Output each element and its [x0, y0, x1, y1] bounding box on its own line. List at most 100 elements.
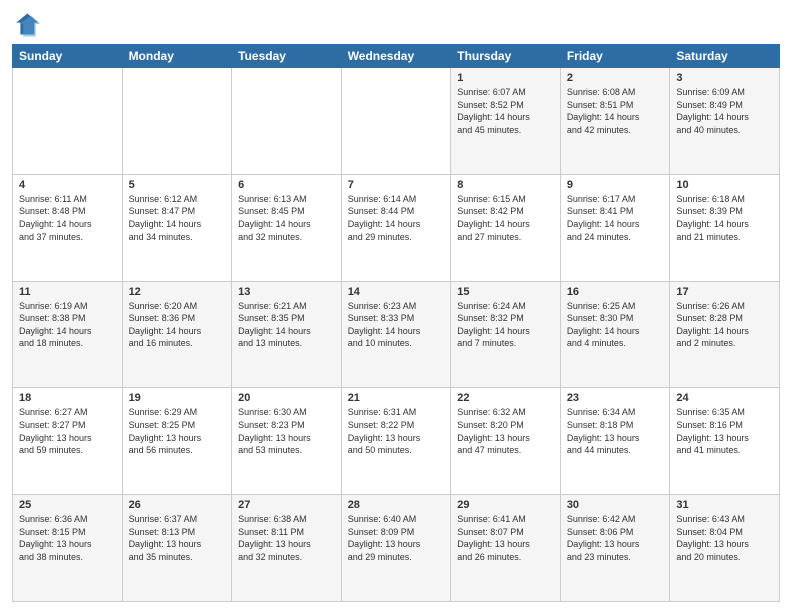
calendar-cell: 2 Sunrise: 6:08 AM Sunset: 8:51 PM Daylig…	[560, 68, 670, 175]
day-number: 4	[19, 179, 116, 191]
calendar-cell: 28 Sunrise: 6:40 AM Sunset: 8:09 PM Dayli…	[341, 495, 451, 602]
day-number: 16	[567, 286, 664, 298]
day-number: 6	[238, 179, 335, 191]
day-number: 29	[457, 499, 554, 511]
day-number: 12	[129, 286, 226, 298]
calendar-cell	[13, 68, 123, 175]
day-number: 2	[567, 72, 664, 84]
day-info: Sunrise: 6:14 AM Sunset: 8:44 PM Dayligh…	[348, 193, 445, 243]
calendar-week-2: 4 Sunrise: 6:11 AM Sunset: 8:48 PM Daylig…	[13, 174, 780, 281]
calendar-cell: 4 Sunrise: 6:11 AM Sunset: 8:48 PM Daylig…	[13, 174, 123, 281]
day-info: Sunrise: 6:20 AM Sunset: 8:36 PM Dayligh…	[129, 300, 226, 350]
day-number: 11	[19, 286, 116, 298]
calendar-week-3: 11 Sunrise: 6:19 AM Sunset: 8:38 PM Dayli…	[13, 281, 780, 388]
day-info: Sunrise: 6:26 AM Sunset: 8:28 PM Dayligh…	[676, 300, 773, 350]
day-info: Sunrise: 6:27 AM Sunset: 8:27 PM Dayligh…	[19, 406, 116, 456]
calendar-cell	[232, 68, 342, 175]
calendar-week-1: 1Sunrise: 6:07 AM Sunset: 8:52 PM Daylig…	[13, 68, 780, 175]
header	[12, 10, 780, 38]
day-info: Sunrise: 6:40 AM Sunset: 8:09 PM Dayligh…	[348, 513, 445, 563]
calendar-cell: 25 Sunrise: 6:36 AM Sunset: 8:15 PM Dayli…	[13, 495, 123, 602]
day-info: Sunrise: 6:17 AM Sunset: 8:41 PM Dayligh…	[567, 193, 664, 243]
day-number: 10	[676, 179, 773, 191]
day-info: Sunrise: 6:38 AM Sunset: 8:11 PM Dayligh…	[238, 513, 335, 563]
day-info: Sunrise: 6:08 AM Sunset: 8:51 PM Dayligh…	[567, 86, 664, 136]
day-info: Sunrise: 6:31 AM Sunset: 8:22 PM Dayligh…	[348, 406, 445, 456]
day-info: Sunrise: 6:19 AM Sunset: 8:38 PM Dayligh…	[19, 300, 116, 350]
day-number: 25	[19, 499, 116, 511]
day-info: Sunrise: 6:36 AM Sunset: 8:15 PM Dayligh…	[19, 513, 116, 563]
calendar-cell: 23Sunrise: 6:34 AM Sunset: 8:18 PM Dayli…	[560, 388, 670, 495]
calendar-cell: 8Sunrise: 6:15 AM Sunset: 8:42 PM Daylig…	[451, 174, 561, 281]
logo	[12, 10, 44, 38]
day-number: 14	[348, 286, 445, 298]
calendar-week-4: 18 Sunrise: 6:27 AM Sunset: 8:27 PM Dayli…	[13, 388, 780, 495]
day-info: Sunrise: 6:24 AM Sunset: 8:32 PM Dayligh…	[457, 300, 554, 350]
day-info: Sunrise: 6:23 AM Sunset: 8:33 PM Dayligh…	[348, 300, 445, 350]
calendar-cell: 30 Sunrise: 6:42 AM Sunset: 8:06 PM Dayli…	[560, 495, 670, 602]
day-info: Sunrise: 6:37 AM Sunset: 8:13 PM Dayligh…	[129, 513, 226, 563]
logo-icon	[12, 10, 40, 38]
day-info: Sunrise: 6:09 AM Sunset: 8:49 PM Dayligh…	[676, 86, 773, 136]
calendar-cell: 1Sunrise: 6:07 AM Sunset: 8:52 PM Daylig…	[451, 68, 561, 175]
calendar-cell: 26 Sunrise: 6:37 AM Sunset: 8:13 PM Dayli…	[122, 495, 232, 602]
calendar-week-5: 25 Sunrise: 6:36 AM Sunset: 8:15 PM Dayli…	[13, 495, 780, 602]
day-number: 20	[238, 392, 335, 404]
day-info: Sunrise: 6:07 AM Sunset: 8:52 PM Dayligh…	[457, 86, 554, 136]
day-number: 24	[676, 392, 773, 404]
calendar-cell: 6 Sunrise: 6:13 AM Sunset: 8:45 PM Daylig…	[232, 174, 342, 281]
day-info: Sunrise: 6:25 AM Sunset: 8:30 PM Dayligh…	[567, 300, 664, 350]
column-header-saturday: Saturday	[670, 45, 780, 68]
calendar-cell: 20 Sunrise: 6:30 AM Sunset: 8:23 PM Dayli…	[232, 388, 342, 495]
calendar-cell: 24 Sunrise: 6:35 AM Sunset: 8:16 PM Dayli…	[670, 388, 780, 495]
day-info: Sunrise: 6:35 AM Sunset: 8:16 PM Dayligh…	[676, 406, 773, 456]
day-number: 9	[567, 179, 664, 191]
day-info: Sunrise: 6:11 AM Sunset: 8:48 PM Dayligh…	[19, 193, 116, 243]
day-number: 5	[129, 179, 226, 191]
day-number: 21	[348, 392, 445, 404]
calendar-cell: 11 Sunrise: 6:19 AM Sunset: 8:38 PM Dayli…	[13, 281, 123, 388]
calendar-cell: 9 Sunrise: 6:17 AM Sunset: 8:41 PM Daylig…	[560, 174, 670, 281]
calendar-cell: 29 Sunrise: 6:41 AM Sunset: 8:07 PM Dayli…	[451, 495, 561, 602]
calendar-cell: 12 Sunrise: 6:20 AM Sunset: 8:36 PM Dayli…	[122, 281, 232, 388]
day-info: Sunrise: 6:29 AM Sunset: 8:25 PM Dayligh…	[129, 406, 226, 456]
day-info: Sunrise: 6:12 AM Sunset: 8:47 PM Dayligh…	[129, 193, 226, 243]
day-number: 30	[567, 499, 664, 511]
page: SundayMondayTuesdayWednesdayThursdayFrid…	[0, 0, 792, 612]
day-number: 28	[348, 499, 445, 511]
day-number: 17	[676, 286, 773, 298]
calendar-cell: 31 Sunrise: 6:43 AM Sunset: 8:04 PM Dayli…	[670, 495, 780, 602]
day-info: Sunrise: 6:30 AM Sunset: 8:23 PM Dayligh…	[238, 406, 335, 456]
day-number: 26	[129, 499, 226, 511]
day-number: 18	[19, 392, 116, 404]
calendar-cell: 13Sunrise: 6:21 AM Sunset: 8:35 PM Dayli…	[232, 281, 342, 388]
column-header-tuesday: Tuesday	[232, 45, 342, 68]
column-header-thursday: Thursday	[451, 45, 561, 68]
calendar-cell: 5 Sunrise: 6:12 AM Sunset: 8:47 PM Daylig…	[122, 174, 232, 281]
day-info: Sunrise: 6:18 AM Sunset: 8:39 PM Dayligh…	[676, 193, 773, 243]
column-header-friday: Friday	[560, 45, 670, 68]
column-header-monday: Monday	[122, 45, 232, 68]
column-header-sunday: Sunday	[13, 45, 123, 68]
calendar-cell: 17 Sunrise: 6:26 AM Sunset: 8:28 PM Dayli…	[670, 281, 780, 388]
day-info: Sunrise: 6:32 AM Sunset: 8:20 PM Dayligh…	[457, 406, 554, 456]
day-number: 27	[238, 499, 335, 511]
day-number: 22	[457, 392, 554, 404]
calendar-cell: 10 Sunrise: 6:18 AM Sunset: 8:39 PM Dayli…	[670, 174, 780, 281]
day-info: Sunrise: 6:42 AM Sunset: 8:06 PM Dayligh…	[567, 513, 664, 563]
calendar-cell: 7Sunrise: 6:14 AM Sunset: 8:44 PM Daylig…	[341, 174, 451, 281]
day-number: 15	[457, 286, 554, 298]
calendar-cell: 19Sunrise: 6:29 AM Sunset: 8:25 PM Dayli…	[122, 388, 232, 495]
calendar-cell: 15 Sunrise: 6:24 AM Sunset: 8:32 PM Dayli…	[451, 281, 561, 388]
calendar-table: SundayMondayTuesdayWednesdayThursdayFrid…	[12, 44, 780, 602]
day-info: Sunrise: 6:13 AM Sunset: 8:45 PM Dayligh…	[238, 193, 335, 243]
day-info: Sunrise: 6:43 AM Sunset: 8:04 PM Dayligh…	[676, 513, 773, 563]
calendar-cell	[122, 68, 232, 175]
day-info: Sunrise: 6:41 AM Sunset: 8:07 PM Dayligh…	[457, 513, 554, 563]
calendar-header-row: SundayMondayTuesdayWednesdayThursdayFrid…	[13, 45, 780, 68]
day-info: Sunrise: 6:15 AM Sunset: 8:42 PM Dayligh…	[457, 193, 554, 243]
calendar-cell: 27 Sunrise: 6:38 AM Sunset: 8:11 PM Dayli…	[232, 495, 342, 602]
day-number: 31	[676, 499, 773, 511]
day-info: Sunrise: 6:21 AM Sunset: 8:35 PM Dayligh…	[238, 300, 335, 350]
day-info: Sunrise: 6:34 AM Sunset: 8:18 PM Dayligh…	[567, 406, 664, 456]
